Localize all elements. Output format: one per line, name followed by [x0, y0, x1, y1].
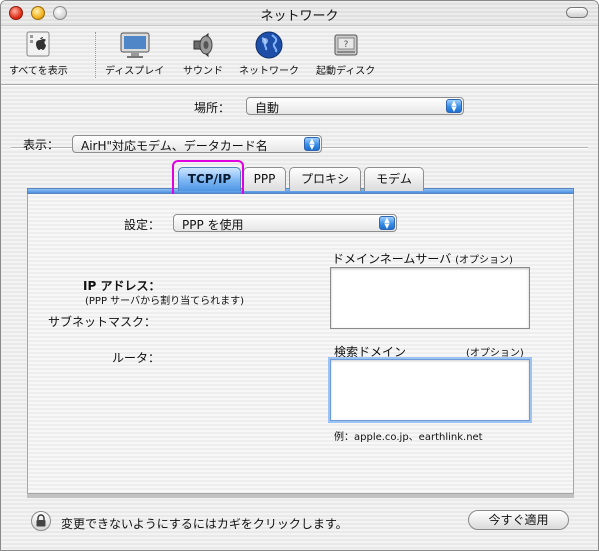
- toolbar-startup-disk[interactable]: ? 起動ディスク: [316, 30, 375, 77]
- tab-modem[interactable]: モデム: [364, 167, 424, 191]
- dns-label-text: ドメインネームサーバ: [332, 252, 452, 266]
- display-icon: [120, 32, 150, 58]
- window-title: ネットワーク: [260, 9, 339, 24]
- toolbar-label-startup-disk: 起動ディスク: [316, 66, 376, 77]
- tab-proxy[interactable]: プロキシ: [289, 167, 361, 191]
- configure-popup[interactable]: PPP を使用 ▲ ▼: [173, 214, 397, 232]
- ip-address-note: (PPP サーバから割り当てられます): [85, 296, 244, 307]
- padlock-icon: [36, 514, 46, 527]
- tab-ppp[interactable]: PPP: [243, 167, 286, 191]
- disk-icon: ?: [334, 34, 358, 56]
- apply-now-button[interactable]: 今すぐ適用: [468, 510, 569, 530]
- dns-label: ドメインネームサーバ (オプション): [332, 250, 513, 267]
- toolbar-network[interactable]: ネットワーク: [239, 30, 299, 77]
- subnet-mask-label: サブネットマスク：: [48, 315, 157, 329]
- configure-label: 設定：: [124, 218, 161, 232]
- show-popup[interactable]: AirH"対応モデム、データカード名 ▲ ▼: [72, 135, 322, 153]
- toolbar-displays[interactable]: ディスプレイ: [105, 30, 164, 77]
- globe-icon: [255, 31, 283, 59]
- search-domains-optional: (オプション): [466, 348, 524, 359]
- configure-value: PPP を使用: [182, 218, 244, 232]
- title-bar: ネットワーク: [1, 1, 598, 26]
- lock-message: 変更できないようにするにはカギをクリックします。: [61, 517, 348, 531]
- search-domains-field[interactable]: [330, 359, 530, 421]
- router-label: ルータ：: [112, 351, 161, 365]
- tab-highlight-marker: [172, 160, 244, 198]
- popup-arrows-icon: ▲ ▼: [304, 137, 320, 151]
- speaker-icon: [193, 32, 213, 58]
- svg-text:?: ?: [343, 40, 348, 50]
- network-preferences-window: ネットワーク すべてを表示 ディスプレイ サウンド ネットワーク ? 起動ディス…: [0, 0, 599, 551]
- panel-bottom-edge: [27, 494, 574, 498]
- toolbar-show-all[interactable]: すべてを表示: [9, 30, 68, 77]
- show-label: 表示：: [23, 138, 60, 152]
- toolbar-label-show-all: すべてを表示: [9, 66, 68, 77]
- location-popup[interactable]: 自動 ▲ ▼: [246, 97, 464, 115]
- toolbar-separator: [95, 32, 96, 78]
- toolbar-label-displays: ディスプレイ: [105, 66, 165, 77]
- popup-arrows-icon: ▲ ▼: [446, 99, 462, 113]
- toolbar-divider: [1, 84, 598, 85]
- apple-icon: [26, 31, 50, 57]
- toolbar-label-sound: サウンド: [183, 66, 223, 77]
- popup-arrows-icon: ▲ ▼: [379, 216, 395, 230]
- toolbar: すべてを表示 ディスプレイ サウンド ネットワーク ? 起動ディスク: [1, 26, 598, 84]
- dns-optional-text: (オプション): [455, 255, 513, 266]
- toolbar-toggle-button[interactable]: [566, 7, 588, 18]
- toolbar-sound[interactable]: サウンド: [183, 30, 223, 77]
- dns-servers-field[interactable]: [330, 267, 530, 329]
- search-domains-example: 例：apple.co.jp、earthlink.net: [334, 432, 483, 443]
- location-value: 自動: [255, 101, 280, 115]
- location-label: 場所：: [194, 101, 231, 115]
- search-domains-label: 検索ドメイン: [334, 345, 407, 359]
- toolbar-label-network: ネットワーク: [239, 66, 299, 77]
- show-value: AirH"対応モデム、データカード名: [81, 139, 268, 153]
- lock-icon[interactable]: [31, 511, 51, 531]
